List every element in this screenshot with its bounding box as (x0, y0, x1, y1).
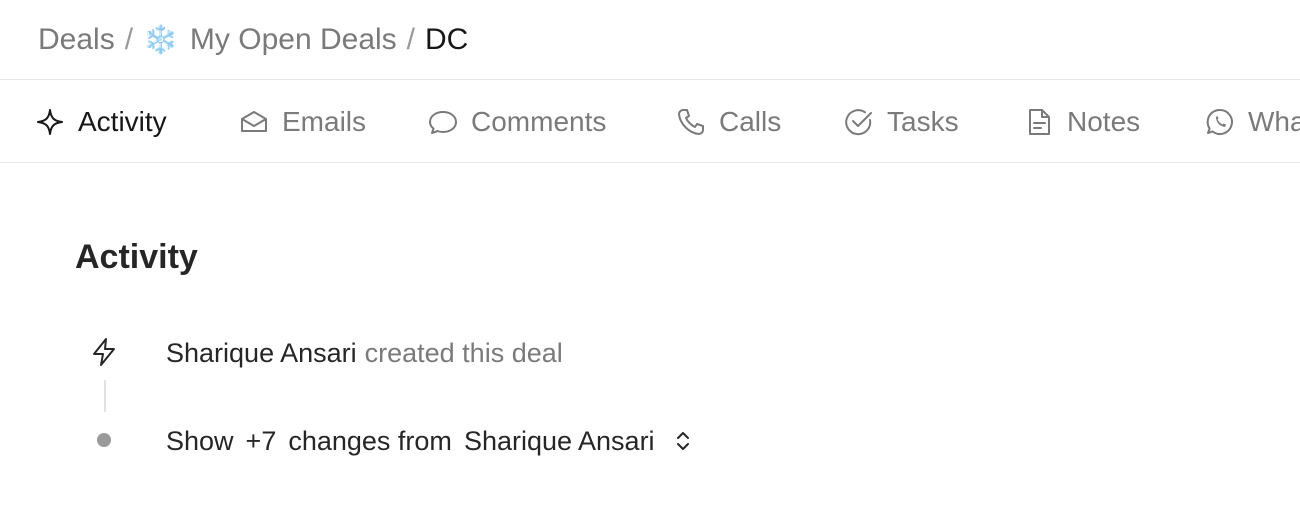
changes-text: changes from (288, 425, 452, 456)
tab-label: Comments (471, 105, 607, 137)
timeline-dot (97, 433, 111, 447)
breadcrumb-view-label: My Open Deals (189, 22, 397, 56)
tab-notes[interactable]: Notes (1023, 80, 1141, 162)
tab-comments[interactable]: Comments (427, 80, 607, 162)
snowflake-icon: ❄️ (143, 23, 178, 55)
activity-created: Sharique Ansari created this deal (166, 336, 563, 370)
tab-calls[interactable]: Calls (675, 80, 782, 162)
tab-label: Wha (1248, 105, 1300, 137)
tab-label: Activity (78, 105, 167, 137)
comment-icon (427, 106, 459, 138)
check-circle-icon (843, 106, 875, 138)
activity-action: created this deal (364, 337, 563, 368)
tab-label: Notes (1067, 105, 1141, 137)
breadcrumb: Deals / ❄️ My Open Deals / DC (0, 0, 1300, 80)
breadcrumb-separator: / (406, 22, 416, 56)
tab-tasks[interactable]: Tasks (843, 80, 959, 162)
envelope-icon (238, 106, 270, 138)
tab-label: Tasks (887, 105, 959, 137)
tab-activity[interactable]: Activity (34, 80, 167, 162)
section-title: Activity (75, 238, 198, 276)
changes-count: +7 (245, 425, 277, 456)
breadcrumb-separator: / (124, 22, 134, 56)
note-icon (1023, 106, 1055, 138)
show-label: Show (166, 425, 234, 456)
sparkle-icon (34, 106, 66, 138)
tab-emails[interactable]: Emails (238, 80, 367, 162)
changes-user: Sharique Ansari (463, 425, 655, 456)
show-changes-toggle[interactable]: Show +7 changes from Sharique Ansari (166, 424, 693, 458)
timeline-connector (104, 380, 106, 412)
bolt-icon (88, 336, 120, 368)
breadcrumb-view[interactable]: ❄️ My Open Deals (143, 23, 397, 57)
tab-bar: Activity Emails Comments Calls Tasks Not… (0, 80, 1300, 163)
activity-user[interactable]: Sharique Ansari (166, 338, 357, 369)
breadcrumb-current: DC (425, 22, 469, 56)
tab-label: Emails (282, 105, 367, 137)
tab-whatsapp[interactable]: Wha (1204, 80, 1300, 162)
whatsapp-icon (1204, 106, 1236, 138)
breadcrumb-deals[interactable]: Deals (38, 23, 115, 57)
chevron-up-down-icon (676, 432, 689, 450)
tab-label: Calls (719, 105, 782, 137)
phone-icon (675, 106, 707, 138)
